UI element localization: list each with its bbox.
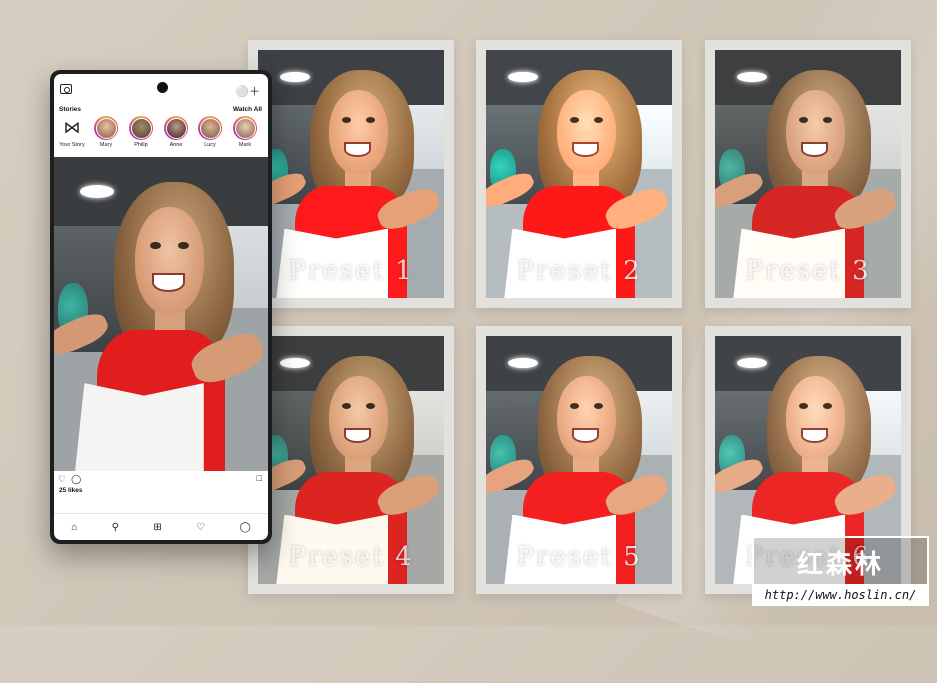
- story-name: Anne: [169, 142, 183, 148]
- comment-icon[interactable]: ◯: [71, 474, 81, 484]
- preset-label: Preset 1: [288, 256, 414, 286]
- preset-label: Preset 2: [516, 256, 642, 286]
- preset-card-3[interactable]: Preset 3: [705, 40, 911, 308]
- story-ring: [129, 116, 153, 140]
- post-actions: ♡ ◯: [58, 474, 86, 485]
- search-icon[interactable]: ⚲: [112, 522, 119, 533]
- watermark: 红森林 http://www.hoslin.cn/: [752, 536, 929, 606]
- avatar: [95, 117, 117, 139]
- story-lucy[interactable]: Lucy: [195, 116, 225, 148]
- story-name: Philip: [134, 142, 148, 148]
- watermark-url: http://www.hoslin.cn/: [752, 584, 929, 606]
- phone-mockup: ⚪＋ Stories Watch All ⋈ Your Story Mary P…: [50, 70, 272, 544]
- story-your-story[interactable]: ⋈ Your Story: [57, 116, 87, 148]
- story-anne[interactable]: Anne: [161, 116, 191, 148]
- preset-card-2[interactable]: Preset 2: [476, 40, 682, 308]
- home-icon[interactable]: ⌂: [71, 522, 77, 533]
- story-name: Mary: [99, 142, 113, 148]
- story-ring: [94, 116, 118, 140]
- activity-heart-icon[interactable]: ♡: [196, 522, 205, 533]
- avatar: [234, 117, 256, 139]
- watch-all-link[interactable]: Watch All: [233, 106, 262, 113]
- preset-card-4[interactable]: Preset 4: [248, 326, 454, 594]
- likes-count: 25 likes: [59, 487, 83, 494]
- avatar: [165, 117, 187, 139]
- preset-label: Preset 4: [288, 542, 414, 572]
- story-name: Lucy: [204, 142, 216, 148]
- stories-title: Stories: [59, 106, 82, 113]
- add-post-icon[interactable]: ⊞: [153, 522, 161, 533]
- phone-screen: ⚪＋ Stories Watch All ⋈ Your Story Mary P…: [54, 74, 268, 540]
- story-mary[interactable]: Mary: [91, 116, 121, 148]
- preset-card-5[interactable]: Preset 5: [476, 326, 682, 594]
- story-ring: [198, 116, 222, 140]
- story-philip[interactable]: Philip: [126, 116, 156, 148]
- heart-icon[interactable]: ♡: [58, 474, 66, 484]
- profile-icon[interactable]: ◯: [240, 522, 251, 533]
- add-user-icon[interactable]: ⚪＋: [235, 83, 260, 99]
- story-ring: [164, 116, 188, 140]
- avatar: [130, 117, 152, 139]
- story-mark[interactable]: Mark: [230, 116, 260, 148]
- watermark-brand: 红森林: [796, 550, 884, 580]
- brand-logo-icon: ⋈: [63, 118, 81, 137]
- post-photo[interactable]: [54, 157, 268, 471]
- camera-icon[interactable]: [60, 84, 72, 94]
- stories-row: Stories Watch All ⋈ Your Story Mary Phil…: [54, 104, 268, 156]
- bookmark-icon[interactable]: □: [257, 473, 262, 483]
- story-name: Mark: [238, 142, 252, 148]
- preset-card-1[interactable]: Preset 1: [248, 40, 454, 308]
- story-ring: [233, 116, 257, 140]
- story-name: Your Story: [59, 142, 85, 148]
- preset-label: Preset 5: [516, 542, 642, 572]
- bottom-nav: ⌂ ⚲ ⊞ ♡ ◯: [54, 513, 268, 540]
- preset-label: Preset 3: [745, 256, 871, 286]
- avatar: [199, 117, 221, 139]
- front-camera: [157, 82, 168, 93]
